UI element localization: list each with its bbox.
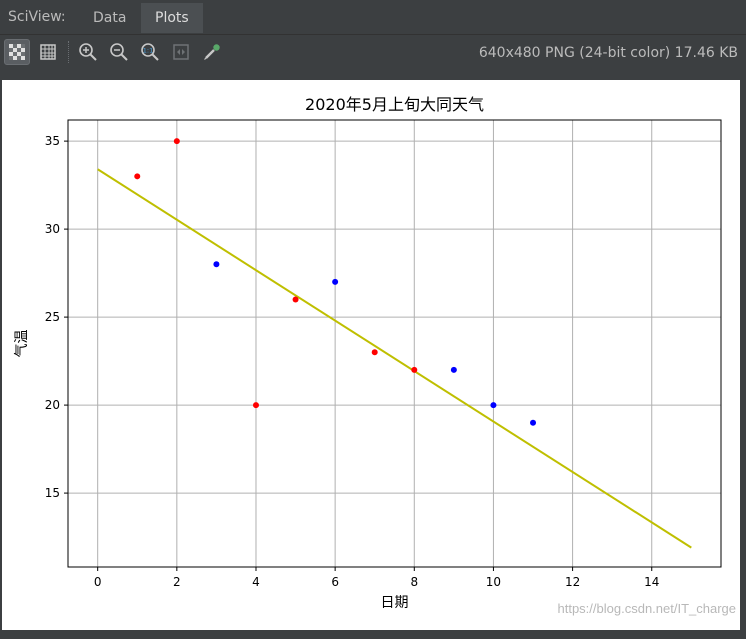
data-point xyxy=(134,173,141,180)
zoom-in-icon xyxy=(79,43,97,61)
ticks: 0 2 4 6 8 10 12 14 15 20 25 30 35 xyxy=(45,134,660,589)
chart-title: 2020年5月上旬大同天气 xyxy=(305,95,484,114)
data-point xyxy=(530,419,537,426)
data-point xyxy=(213,261,220,268)
toolbar-separator xyxy=(68,41,70,63)
y-tick-label: 30 xyxy=(45,222,60,236)
data-point xyxy=(252,402,259,409)
top-bar: SciView: Data Plots xyxy=(0,0,746,35)
data-point xyxy=(490,402,497,409)
zoom-out-button[interactable] xyxy=(106,39,132,65)
y-tick-label: 15 xyxy=(45,486,60,500)
data-point xyxy=(332,278,339,285)
app-label: SciView: xyxy=(8,9,66,25)
x-tick-label: 6 xyxy=(331,575,339,589)
y-tick-label: 20 xyxy=(45,398,60,412)
x-tick-label: 0 xyxy=(94,575,102,589)
fit-screen-icon xyxy=(173,44,189,60)
x-tick-label: 14 xyxy=(644,575,659,589)
x-tick-label: 10 xyxy=(486,575,501,589)
checkerboard-icon xyxy=(9,44,25,60)
grid xyxy=(68,120,721,567)
grid-icon xyxy=(40,44,56,60)
toolbar: 1:1 640x480 PNG (24-bit color) 17.46 KB xyxy=(0,35,746,71)
data-point xyxy=(450,366,457,373)
y-tick-label: 25 xyxy=(45,310,60,324)
fit-line xyxy=(97,168,692,549)
y-tick-label: 35 xyxy=(45,134,60,148)
fit-screen-button[interactable] xyxy=(168,39,194,65)
y-axis-label: 气温 xyxy=(14,330,30,358)
tab-data-label: Data xyxy=(93,10,127,26)
x-axis-label: 日期 xyxy=(381,595,409,611)
x-tick-label: 8 xyxy=(410,575,418,589)
data-point xyxy=(411,366,418,373)
svg-text:1:1: 1:1 xyxy=(143,47,153,55)
grid-button[interactable] xyxy=(35,39,61,65)
plot-canvas: 0 2 4 6 8 10 12 14 15 20 25 30 35 2020年5月上旬大同天气 日期 气… xyxy=(2,80,740,630)
color-picker-icon xyxy=(204,44,220,60)
image-info: 640x480 PNG (24-bit color) 17.46 KB xyxy=(478,45,738,61)
tab-data[interactable]: Data xyxy=(79,3,140,33)
x-tick-label: 2 xyxy=(173,575,181,589)
checkerboard-button[interactable] xyxy=(4,39,30,65)
bottom-bar xyxy=(0,633,746,639)
x-tick-label: 12 xyxy=(565,575,580,589)
color-picker-button[interactable] xyxy=(199,39,225,65)
data-point xyxy=(292,296,299,303)
watermark: https://blog.csdn.net/IT_charge xyxy=(557,601,737,616)
actual-size-icon: 1:1 xyxy=(141,43,159,61)
axes-frame xyxy=(67,119,722,568)
zoom-out-icon xyxy=(110,43,128,61)
actual-size-button[interactable]: 1:1 xyxy=(137,39,163,65)
tab-plots[interactable]: Plots xyxy=(141,3,203,33)
zoom-in-button[interactable] xyxy=(75,39,101,65)
data-point xyxy=(173,138,180,145)
scatter-chart: 0 2 4 6 8 10 12 14 15 20 25 30 35 2020年5月上旬大同天气 日期 气… xyxy=(14,95,722,611)
tab-plots-label: Plots xyxy=(155,10,189,26)
x-tick-label: 4 xyxy=(252,575,260,589)
data-point xyxy=(371,349,378,356)
